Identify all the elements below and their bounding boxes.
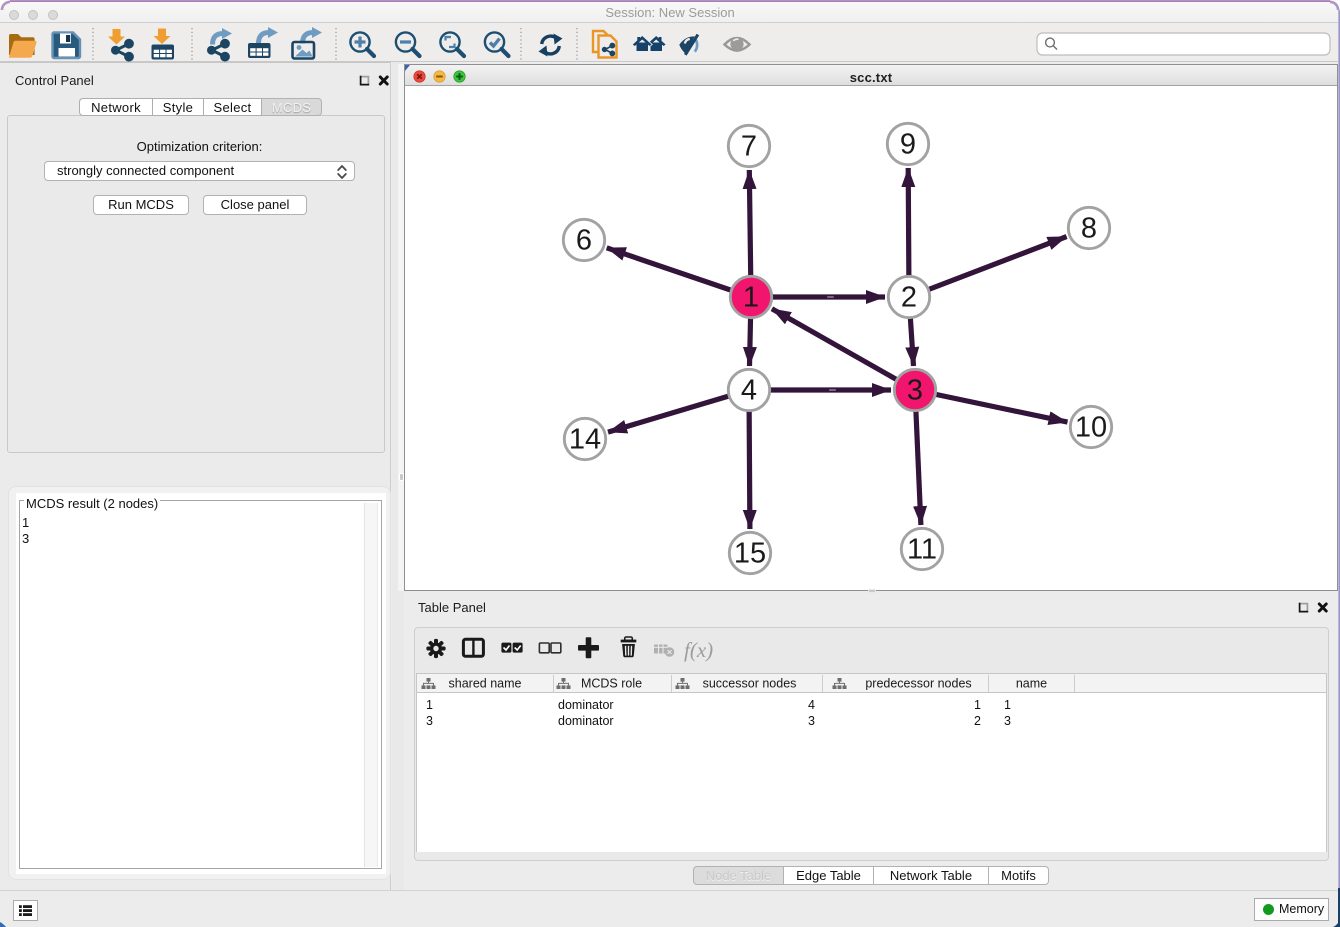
svg-text:11: 11 <box>907 534 937 566</box>
svg-text:9: 9 <box>900 129 916 161</box>
svg-text:6: 6 <box>576 225 592 257</box>
svg-text:2: 2 <box>901 282 917 314</box>
svg-text:4: 4 <box>808 698 815 712</box>
svg-text:dominator: dominator <box>558 714 614 728</box>
svg-text:successor nodes: successor nodes <box>703 677 797 691</box>
svg-text:3: 3 <box>907 375 923 407</box>
svg-text:3: 3 <box>808 714 815 728</box>
svg-text:dominator: dominator <box>558 698 614 712</box>
svg-text:7: 7 <box>741 131 757 163</box>
svg-text:3: 3 <box>1004 714 1011 728</box>
svg-text:name: name <box>1016 677 1047 691</box>
svg-text:1: 1 <box>974 698 981 712</box>
svg-text:4: 4 <box>741 375 757 407</box>
svg-text:8: 8 <box>1081 213 1097 245</box>
svg-text:2: 2 <box>974 714 981 728</box>
svg-text:1: 1 <box>426 698 433 712</box>
svg-text:10: 10 <box>1075 412 1107 444</box>
svg-text:14: 14 <box>569 424 601 456</box>
svg-text:15: 15 <box>734 538 766 570</box>
svg-text:1: 1 <box>1004 698 1011 712</box>
svg-text:MCDS role: MCDS role <box>581 677 642 691</box>
svg-text:3: 3 <box>426 714 433 728</box>
svg-text:f(x): f(x) <box>684 638 713 662</box>
svg-text:1: 1 <box>743 282 759 314</box>
svg-text:predecessor nodes: predecessor nodes <box>865 677 971 691</box>
svg-text:shared name: shared name <box>449 677 522 691</box>
